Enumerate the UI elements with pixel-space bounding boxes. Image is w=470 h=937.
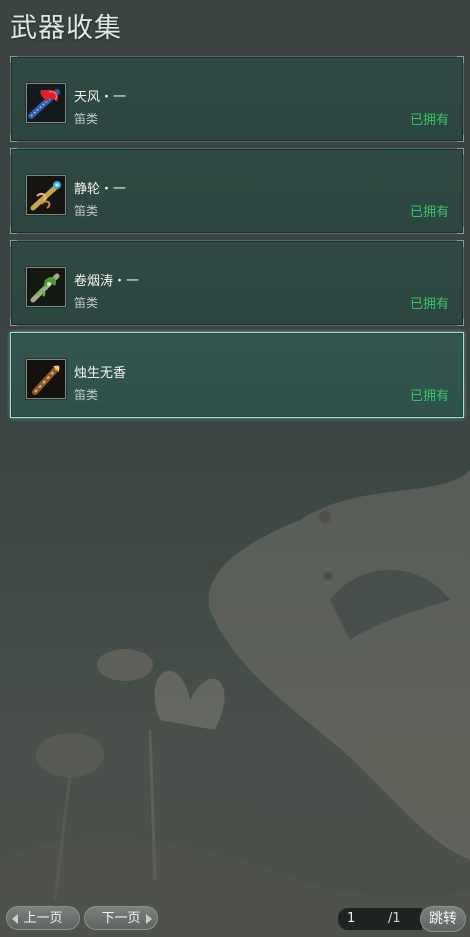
weapon-name: 卷烟涛・一 [74, 274, 140, 289]
green-flute-icon[interactable] [26, 267, 66, 307]
weapon-name: 烛生无香 [74, 366, 127, 381]
weapon-name: 天风・一 [74, 90, 127, 105]
corner-ornament [10, 56, 17, 63]
bronze-flute-icon[interactable] [26, 359, 66, 399]
corner-ornament [10, 135, 17, 142]
jump-button[interactable]: 跳转 [420, 906, 466, 932]
owned-status: 已拥有 [409, 205, 449, 220]
owned-status: 已拥有 [409, 389, 449, 404]
prev-page-button[interactable]: 上一页 [6, 906, 80, 930]
page-number-input[interactable]: 1 [338, 908, 386, 930]
weapon-category: 笛类 [74, 204, 99, 218]
owned-status: 已拥有 [409, 297, 449, 312]
total-pages: /1 [386, 908, 422, 930]
corner-ornament [457, 319, 464, 326]
gold-flute-icon[interactable] [26, 175, 66, 215]
weapon-category: 笛类 [74, 296, 99, 310]
corner-ornament [457, 240, 464, 247]
weapon-item[interactable]: 卷烟涛・一 笛类 已拥有 [10, 240, 464, 326]
weapon-item[interactable]: 天风・一 笛类 已拥有 [10, 56, 464, 142]
corner-ornament [457, 227, 464, 234]
owned-status: 已拥有 [409, 113, 449, 128]
weapon-item[interactable]: 静轮・一 笛类 已拥有 [10, 148, 464, 234]
page-title: 武器收集 [10, 13, 122, 44]
weapon-category: 笛类 [74, 388, 99, 402]
corner-ornament [457, 56, 464, 63]
weapon-name: 静轮・一 [74, 182, 127, 197]
corner-ornament [10, 227, 17, 234]
corner-ornament [10, 240, 17, 247]
red-flute-icon[interactable] [26, 83, 66, 123]
chevron-right-icon [146, 914, 152, 924]
corner-ornament [10, 319, 17, 326]
next-page-label: 下一页 [101, 911, 141, 926]
chevron-left-icon [12, 914, 18, 924]
weapon-item-selected[interactable]: 烛生无香 笛类 已拥有 [10, 332, 464, 418]
weapon-list: 天风・一 笛类 已拥有 静轮・一 笛类 已拥有 卷烟涛・一 笛类 已拥有 烛生无… [10, 56, 464, 424]
corner-ornament [457, 135, 464, 142]
corner-ornament [10, 148, 17, 155]
next-page-button[interactable]: 下一页 [84, 906, 158, 930]
corner-ornament [457, 148, 464, 155]
weapon-category: 笛类 [74, 112, 99, 126]
prev-page-label: 上一页 [23, 911, 63, 926]
